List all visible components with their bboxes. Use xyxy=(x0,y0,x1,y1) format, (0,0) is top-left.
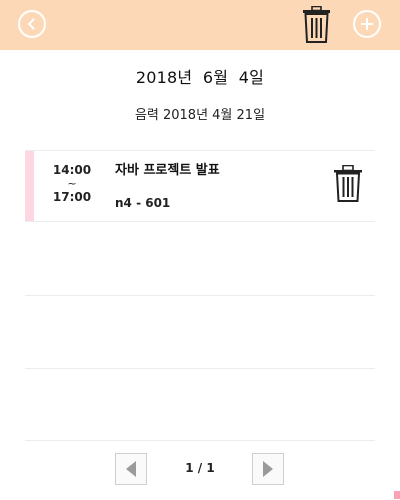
back-button[interactable] xyxy=(18,10,46,38)
event-end-time: 17:00 xyxy=(52,190,92,204)
lunar-date: 음력 2018년 4월 21일 xyxy=(134,108,266,123)
previous-page-button[interactable] xyxy=(115,453,147,485)
event-room: n4 - 601 xyxy=(115,196,171,210)
add-event-button[interactable] xyxy=(353,10,381,38)
top-bar xyxy=(0,0,400,50)
event-time-separator: ~ xyxy=(67,177,77,190)
trash-icon[interactable] xyxy=(303,6,330,43)
event-card[interactable]: 14:00 ~ 17:00 자바 프로젝트 발표 n4 - 601 xyxy=(25,150,375,222)
chevron-left-icon xyxy=(27,18,35,30)
list-divider xyxy=(25,295,375,296)
list-divider xyxy=(25,440,375,441)
page-indicator: 1 / 1 xyxy=(185,461,215,475)
list-divider xyxy=(25,368,375,369)
event-time: 14:00 ~ 17:00 xyxy=(47,163,97,205)
plus-icon xyxy=(361,18,373,30)
event-accent-bar xyxy=(25,151,34,221)
event-title: 자바 프로젝트 발표 xyxy=(115,163,220,178)
triangle-right-icon xyxy=(263,461,273,477)
solar-date: 2018년 6월 4일 xyxy=(135,68,265,87)
event-start-time: 14:00 xyxy=(52,163,92,177)
delete-event-trash-icon[interactable] xyxy=(334,165,362,202)
next-page-button[interactable] xyxy=(252,453,284,485)
corner-marker xyxy=(394,491,400,499)
triangle-left-icon xyxy=(126,461,136,477)
